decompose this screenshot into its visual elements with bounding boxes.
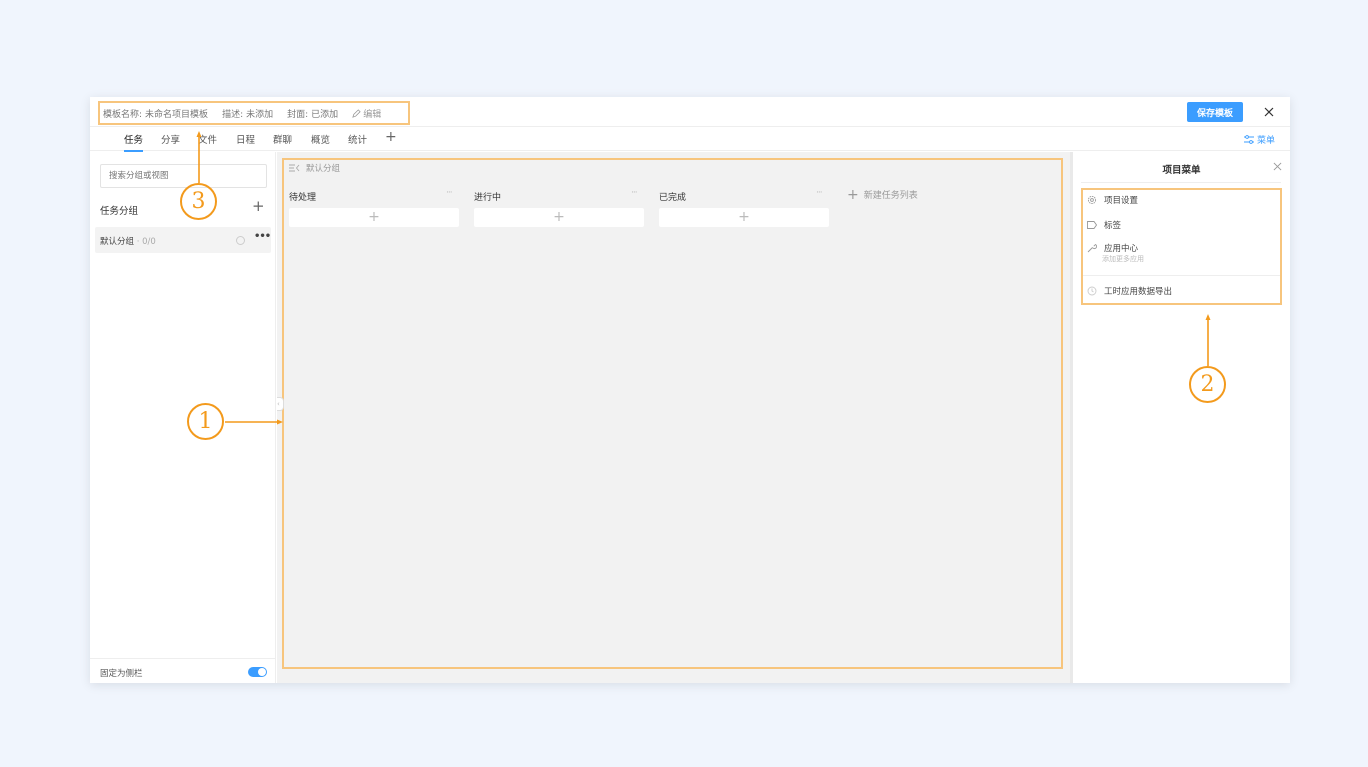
annotation-2-circle: 2 xyxy=(1189,366,1226,403)
menu-item-subtitle: 添加更多应用 xyxy=(1102,255,1144,263)
tab-share[interactable]: 分享 xyxy=(161,132,180,146)
menu-toggle-link[interactable]: 菜单 xyxy=(1244,133,1275,146)
gear-icon xyxy=(1086,194,1098,206)
kanban-board: ‹ 默认分组 待处理 ··· + 进行中 ··· + 已完成 ··· + + 新… xyxy=(277,152,1070,683)
template-name-label: 模板名称: xyxy=(103,109,143,120)
new-task-list-button[interactable]: + 新建任务列表 xyxy=(847,186,918,203)
circle-icon[interactable] xyxy=(236,236,245,245)
add-tab-button[interactable]: + xyxy=(385,129,397,145)
description-label: 描述: xyxy=(222,109,244,120)
project-menu-panel: 项目菜单 项目设置 标签 应用中心 添加更多应用 工时应用数据导出 xyxy=(1070,152,1290,683)
menu-item-label: 应用中心 xyxy=(1104,244,1139,254)
annotation-1-circle: 1 xyxy=(187,403,224,440)
cover-label: 封面: xyxy=(287,109,309,120)
template-name-value[interactable]: 未命名项目模板 xyxy=(145,107,208,120)
edit-label: 编辑 xyxy=(363,109,382,120)
close-icon[interactable] xyxy=(1260,103,1278,121)
divider xyxy=(1081,182,1281,183)
board-group-header[interactable]: 默认分组 xyxy=(289,162,340,174)
tab-group-chat[interactable]: 群聊 xyxy=(273,132,292,146)
board-highlight xyxy=(282,158,1063,669)
column-title: 进行中 xyxy=(474,193,502,203)
annotation-3-circle: 3 xyxy=(180,183,217,220)
add-task-button[interactable]: + xyxy=(289,208,459,227)
new-task-list-label: 新建任务列表 xyxy=(863,191,918,201)
pin-sidebar-toggle[interactable] xyxy=(248,667,267,677)
group-item-name: 默认分组 xyxy=(100,237,135,247)
column-title: 待处理 xyxy=(289,193,317,203)
menu-item-label: 项目设置 xyxy=(1104,196,1139,206)
divider xyxy=(1083,275,1280,276)
menu-items-highlight: 项目设置 标签 应用中心 添加更多应用 工时应用数据导出 xyxy=(1081,188,1282,305)
menu-item-timesheet-export[interactable]: 工时应用数据导出 xyxy=(1086,285,1172,297)
collapse-list-icon xyxy=(289,164,300,172)
tab-files[interactable]: 文件 xyxy=(198,132,217,146)
cover-value[interactable]: 已添加 xyxy=(311,107,338,120)
panel-close-icon[interactable] xyxy=(1270,159,1284,173)
search-input[interactable] xyxy=(100,164,267,188)
menu-item-label: 标签 xyxy=(1104,221,1122,231)
description-value[interactable]: 未添加 xyxy=(246,107,273,120)
panel-title: 项目菜单 xyxy=(1162,165,1201,176)
column-title: 已完成 xyxy=(659,193,687,203)
menu-item-tags[interactable]: 标签 xyxy=(1086,219,1121,231)
edit-link[interactable]: 编辑 xyxy=(352,107,384,120)
pin-sidebar-row: 固定为侧栏 xyxy=(90,658,276,683)
group-list-item[interactable]: 默认分组 · 0/0 ••• xyxy=(95,227,271,253)
sliders-icon xyxy=(1244,135,1254,144)
menu-item-project-settings[interactable]: 项目设置 xyxy=(1086,194,1138,206)
board-group-name: 默认分组 xyxy=(306,164,341,174)
add-task-button[interactable]: + xyxy=(659,208,829,227)
template-editor-window: 模板名称: 未命名项目模板 描述: 未添加 封面: 已添加 编辑 保存模板 任务… xyxy=(90,97,1290,683)
tab-statistics[interactable]: 统计 xyxy=(348,132,367,146)
wrench-icon xyxy=(1086,242,1098,254)
column-more-icon[interactable]: ··· xyxy=(446,188,453,198)
tab-tasks[interactable]: 任务 xyxy=(124,132,144,152)
more-icon[interactable]: ••• xyxy=(254,231,271,242)
add-task-button[interactable]: + xyxy=(474,208,644,227)
clock-icon xyxy=(1086,285,1098,297)
header-bar: 模板名称: 未命名项目模板 描述: 未添加 封面: 已添加 编辑 保存模板 xyxy=(90,97,1290,127)
menu-item-label: 工时应用数据导出 xyxy=(1104,287,1173,297)
pencil-icon xyxy=(352,108,361,118)
menu-item-app-center[interactable]: 应用中心 xyxy=(1086,242,1138,254)
tab-bar: 任务 分享 文件 日程 群聊 概览 统计 + 菜单 xyxy=(90,127,1290,152)
plus-icon: + xyxy=(847,186,859,203)
save-template-button[interactable]: 保存模板 xyxy=(1187,102,1243,122)
column-more-icon[interactable]: ··· xyxy=(631,188,638,198)
pin-sidebar-label: 固定为侧栏 xyxy=(100,669,143,679)
add-group-button[interactable]: + xyxy=(252,198,265,214)
tag-icon xyxy=(1086,219,1098,231)
task-groups-title: 任务分组 xyxy=(100,206,139,217)
tab-schedule[interactable]: 日程 xyxy=(236,132,255,146)
group-item-text: 默认分组 · 0/0 xyxy=(100,235,156,247)
group-item-count: · 0/0 xyxy=(136,237,156,247)
group-sidebar: 任务分组 + 默认分组 · 0/0 ••• 固定为侧栏 xyxy=(90,152,276,683)
column-more-icon[interactable]: ··· xyxy=(816,188,823,198)
menu-label: 菜单 xyxy=(1257,136,1276,146)
template-meta-highlight: 模板名称: 未命名项目模板 描述: 未添加 封面: 已添加 编辑 xyxy=(98,101,410,125)
collapse-sidebar-handle[interactable]: ‹ xyxy=(277,397,284,411)
tab-overview[interactable]: 概览 xyxy=(311,132,330,146)
